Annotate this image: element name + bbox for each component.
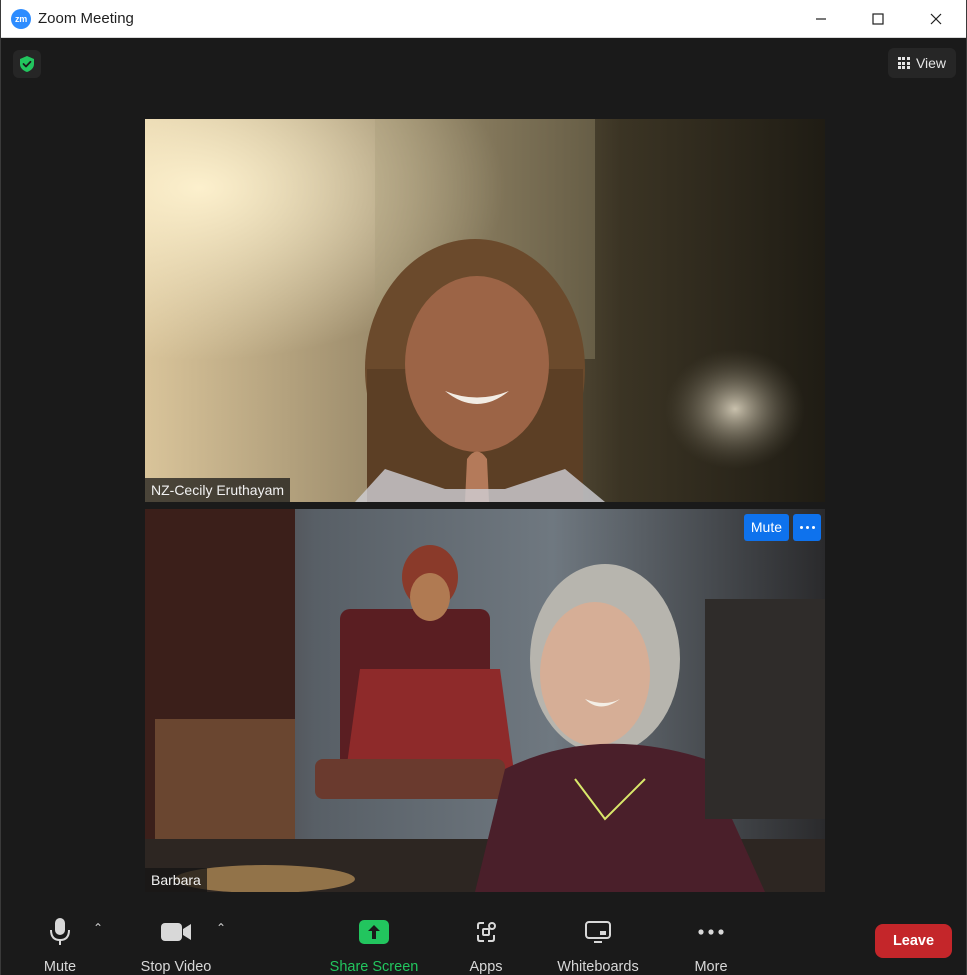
zoom-logo-icon: zm (11, 8, 31, 29)
shield-check-icon (20, 56, 34, 72)
title-bar: zm Zoom Meeting (1, 0, 966, 38)
video-camera-icon (161, 923, 191, 941)
participant-name: Barbara (145, 868, 207, 892)
mute-label: Mute (43, 959, 77, 975)
close-button[interactable] (907, 0, 965, 38)
participant-more-button[interactable] (793, 514, 821, 541)
zoom-meeting-window: zm Zoom Meeting View NZ-Cecily Eruthayam… (0, 0, 967, 975)
video-options-chevron-up-icon[interactable]: ⌃ (216, 921, 226, 935)
maximize-icon (872, 13, 884, 25)
stop-video-label: Stop Video (140, 959, 212, 975)
participant-video-tile[interactable]: NZ-Cecily Eruthayam (145, 119, 825, 502)
share-screen-icon (359, 920, 389, 944)
participant-name: NZ-Cecily Eruthayam (145, 478, 291, 502)
meeting-toolbar: Mute ⌃ Stop Video ⌃ Share Screen Apps Wh… (1, 903, 966, 975)
view-label: View (915, 55, 947, 71)
ellipsis-icon (799, 526, 815, 529)
tile-actions: Mute (743, 514, 821, 541)
apps-label: Apps (469, 959, 503, 975)
microphone-icon (50, 918, 70, 945)
maximize-button[interactable] (849, 0, 907, 38)
ellipsis-icon (698, 929, 724, 935)
window-title: Zoom Meeting (38, 10, 134, 27)
close-icon (930, 13, 942, 25)
leave-button[interactable]: Leave (875, 924, 952, 958)
grid-icon (897, 57, 910, 69)
apps-icon (477, 922, 496, 942)
share-screen-label: Share Screen (329, 959, 419, 975)
audio-options-chevron-up-icon[interactable]: ⌃ (93, 921, 103, 935)
minimize-icon (816, 18, 826, 20)
participant-video-tile[interactable]: Mute Barbara (145, 509, 825, 892)
whiteboards-button[interactable]: Whiteboards (551, 903, 645, 975)
more-label: More (694, 959, 728, 975)
mute-button[interactable]: Mute (31, 903, 89, 975)
participant-mute-button[interactable]: Mute (743, 514, 789, 541)
view-button[interactable]: View (888, 48, 956, 78)
whiteboard-icon (585, 921, 611, 943)
whiteboards-label: Whiteboards (557, 959, 639, 975)
more-button[interactable]: More (687, 903, 735, 975)
minimize-button[interactable] (792, 0, 850, 38)
security-button[interactable] (13, 50, 41, 78)
participant-video-feed (145, 119, 825, 502)
apps-button[interactable]: Apps (461, 903, 511, 975)
participant-video-feed (145, 509, 825, 892)
share-screen-button[interactable]: Share Screen (327, 903, 421, 975)
stop-video-button[interactable]: Stop Video (133, 903, 219, 975)
